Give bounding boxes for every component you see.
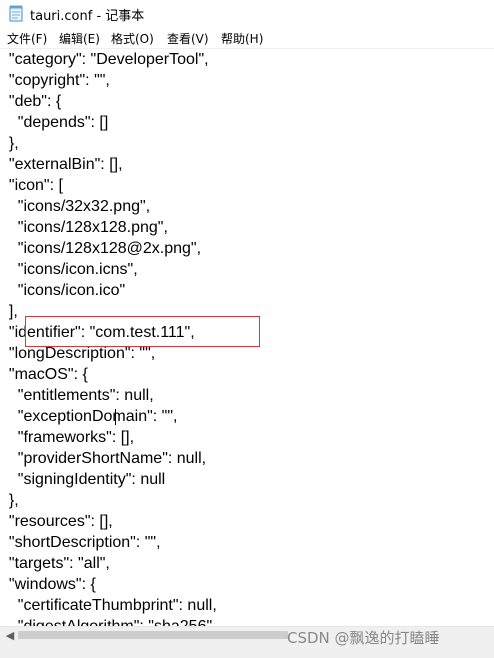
code-line: "icon": [ <box>0 177 63 194</box>
code-line: "shortDescription": "", <box>0 534 161 551</box>
code-line: }, <box>0 135 19 152</box>
text-caret <box>115 409 116 425</box>
code-line: "depends": [] <box>0 114 109 131</box>
scrollbar-thumb[interactable] <box>18 631 288 639</box>
code-line: "externalBin": [], <box>0 156 123 173</box>
window-title: tauri.conf - 记事本 <box>30 9 145 24</box>
code-line: "targets": "all", <box>0 555 110 572</box>
code-line: "resources": [], <box>0 513 113 530</box>
menu-edit[interactable]: 编辑(E) <box>59 30 100 47</box>
code-line: ], <box>0 303 18 320</box>
code-line: "deb": { <box>0 93 62 110</box>
menu-format[interactable]: 格式(O) <box>111 30 154 47</box>
code-line: "icons/128x128.png", <box>0 219 168 236</box>
identifier-highlight-box <box>25 316 260 347</box>
code-line: "icons/32x32.png", <box>0 198 151 215</box>
menu-help[interactable]: 帮助(H) <box>221 30 263 47</box>
code-line: "exceptionDomain": "", <box>0 408 178 425</box>
notepad-icon <box>9 5 23 22</box>
menu-bar: 文件(F) 编辑(E) 格式(O) 查看(V) 帮助(H) <box>0 28 494 49</box>
code-line: "frameworks": [], <box>0 429 135 446</box>
code-line: "icons/icon.ico" <box>0 282 126 299</box>
scroll-left-arrow-icon[interactable]: ◀ <box>4 627 16 644</box>
menu-file[interactable]: 文件(F) <box>7 30 47 47</box>
csdn-watermark: CSDN @飘逸的打瞌睡 <box>287 629 440 647</box>
code-line: "macOS": { <box>0 366 88 383</box>
code-line: }, <box>0 492 19 509</box>
code-line: "copyright": "", <box>0 72 110 89</box>
code-line: "icons/icon.icns", <box>0 261 138 278</box>
code-line: "windows": { <box>0 576 96 593</box>
title-bar: tauri.conf - 记事本 <box>0 0 494 28</box>
code-line: "digestAlgorithm": "sha256", <box>0 616 217 626</box>
code-line: "certificateThumbprint": null, <box>0 597 217 614</box>
code-line: "signingIdentity": null <box>0 471 166 488</box>
menu-view[interactable]: 查看(V) <box>167 30 209 47</box>
code-line: "entitlements": null, <box>0 387 154 404</box>
code-line: "icons/128x128@2x.png", <box>0 240 202 257</box>
code-line: "category": "DeveloperTool", <box>0 51 209 68</box>
code-line: "providerShortName": null, <box>0 450 207 467</box>
